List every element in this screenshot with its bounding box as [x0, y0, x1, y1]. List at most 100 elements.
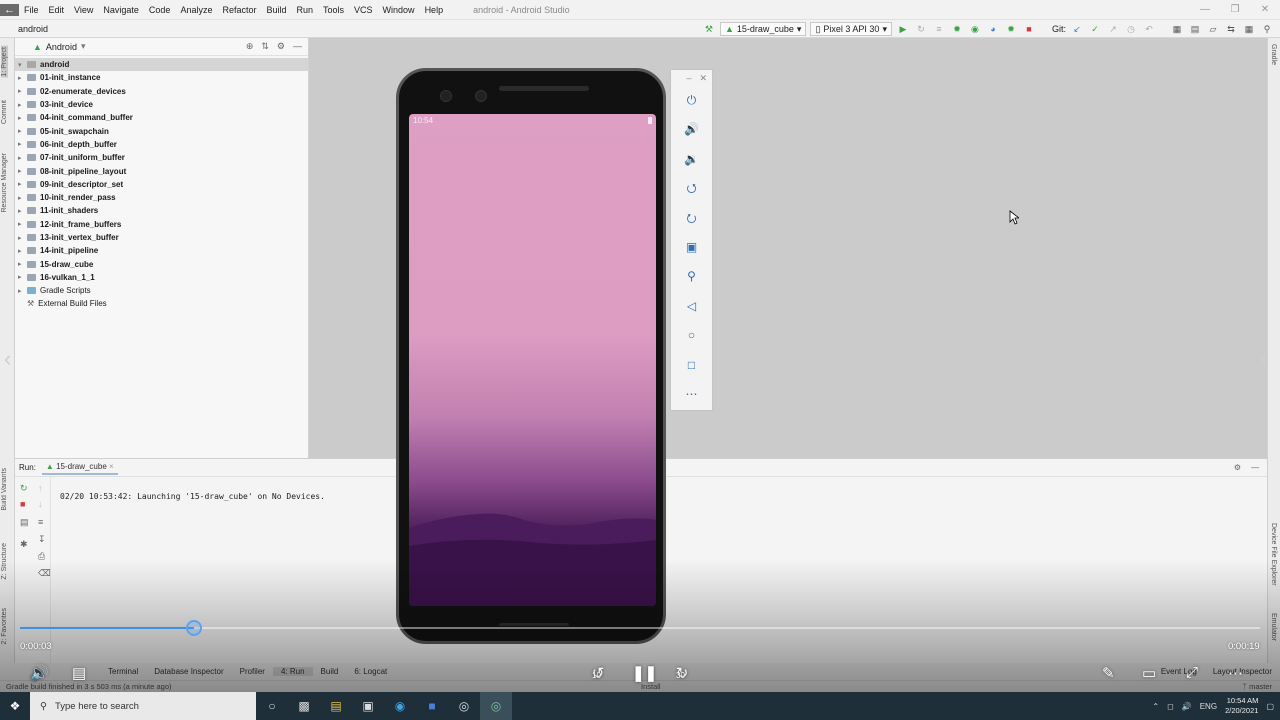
menu-tools[interactable]: Tools — [318, 5, 349, 15]
menu-vcs[interactable]: VCS — [349, 5, 378, 15]
back-icon[interactable]: ◁ — [671, 292, 712, 321]
tab-project[interactable]: 1: Project — [1, 46, 8, 78]
menu-window[interactable]: Window — [378, 5, 420, 15]
trash-icon[interactable]: ⌫ — [38, 568, 51, 579]
speaker-icon[interactable]: 🔊 — [1182, 702, 1192, 711]
menu-code[interactable]: Code — [144, 5, 176, 15]
hide-icon[interactable]: — — [293, 41, 302, 52]
windows-start-icon[interactable]: ❖ — [0, 692, 30, 720]
menu-file[interactable]: File — [19, 5, 44, 15]
tray-clock[interactable]: 10:54 AM 2/20/2021 — [1225, 696, 1258, 716]
breadcrumb[interactable]: android — [0, 24, 48, 34]
chevron-left-icon[interactable]: ‹ — [4, 346, 11, 372]
tree-item[interactable]: ▸ 04-init_command_buffer — [15, 111, 308, 124]
run-config-select[interactable]: ▲ 15-draw_cube ▾ — [719, 21, 807, 36]
tree-item[interactable]: ⚒ External Build Files — [15, 297, 308, 310]
pause-icon[interactable]: ❚❚ — [632, 664, 657, 682]
tree-item[interactable]: ▸ 16-vulkan_1_1 — [15, 271, 308, 284]
project-structure-icon[interactable]: ▦ — [1170, 22, 1184, 36]
close-icon[interactable]: ✕ — [1250, 0, 1280, 20]
more-icon[interactable]: ⋯ — [671, 380, 712, 409]
tree-item[interactable]: ▸ 15-draw_cube — [15, 257, 308, 270]
more-icon[interactable]: ⋯ — [1228, 664, 1243, 682]
tab-favorites[interactable]: 2: Favorites — [1, 608, 8, 645]
print-icon[interactable]: ⎙ — [38, 551, 45, 562]
network-icon[interactable]: ◻ — [1167, 702, 1174, 711]
avd-manager-icon[interactable]: ▱ — [1206, 22, 1220, 36]
sync-icon[interactable]: ⇆ — [1224, 22, 1238, 36]
menu-run[interactable]: Run — [292, 5, 319, 15]
chevron-right-icon[interactable]: › — [1259, 346, 1266, 372]
tab-emulator[interactable]: Emulator — [1270, 613, 1277, 641]
tree-item[interactable]: ▸ 02-enumerate_devices — [15, 85, 308, 98]
file-explorer-icon[interactable]: ▤ — [320, 692, 352, 720]
menu-analyze[interactable]: Analyze — [175, 5, 217, 15]
locate-icon[interactable]: ⊕ — [246, 41, 254, 52]
menu-build[interactable]: Build — [261, 5, 291, 15]
menu-navigate[interactable]: Navigate — [98, 5, 144, 15]
stop-icon[interactable]: ■ — [20, 499, 25, 509]
tree-item[interactable]: ▸ 07-init_uniform_buffer — [15, 151, 308, 164]
fullscreen-icon[interactable]: ⤢ — [1186, 664, 1198, 681]
tab-device-file-explorer[interactable]: Device File Explorer — [1270, 523, 1277, 586]
down-arrow-icon[interactable]: ↓ — [38, 499, 43, 509]
rerun-icon[interactable]: ↻ — [914, 22, 928, 36]
profile-icon[interactable]: ◕ — [986, 22, 1000, 36]
device-select[interactable]: ▯ Pixel 3 API 30 ▾ — [810, 21, 892, 36]
minimize-icon[interactable]: – — [686, 70, 691, 86]
tab-structure[interactable]: Z: Structure — [1, 543, 8, 580]
pencil-icon[interactable]: ✎ — [1102, 664, 1115, 682]
tab-resource-manager[interactable]: Resource Manager — [1, 153, 8, 213]
tab-logcat[interactable]: 6: Logcat — [346, 667, 395, 676]
minimize-icon[interactable]: — — [1190, 0, 1220, 20]
back-arrow-icon[interactable]: ← — [0, 3, 19, 16]
tree-item[interactable]: ▸ 10-init_render_pass — [15, 191, 308, 204]
soft-wrap-icon[interactable]: ≡ — [38, 517, 43, 527]
menu-view[interactable]: View — [69, 5, 98, 15]
gear-icon[interactable]: ⚙ — [1234, 463, 1241, 472]
tree-item[interactable]: ▸ 05-init_swapchain — [15, 124, 308, 137]
overview-icon[interactable]: □ — [671, 351, 712, 380]
history-icon[interactable]: ◷ — [1124, 22, 1138, 36]
rerun-icon[interactable]: ↻ — [20, 483, 28, 494]
tree-item[interactable]: ▸ 08-init_pipeline_layout — [15, 164, 308, 177]
layout-icon[interactable]: ▦ — [1242, 22, 1256, 36]
forward-icon[interactable]: ↻ 30 — [670, 664, 694, 682]
taskbar-search[interactable]: ⚲ Type here to search — [30, 692, 256, 720]
tree-root[interactable]: ▾ android — [15, 58, 308, 72]
chevron-up-icon[interactable]: ⌃ — [1152, 702, 1159, 711]
tree-item[interactable]: ▸ 06-init_depth_buffer — [15, 138, 308, 151]
tree-item[interactable]: ▸ 01-init_instance — [15, 71, 308, 84]
chevron-down-icon[interactable]: ▾ — [81, 41, 86, 52]
gear-icon[interactable]: ⚙ — [277, 41, 285, 52]
rewind-icon[interactable]: ↺ 10 — [586, 664, 610, 682]
layout-icon[interactable]: ▤ — [20, 517, 29, 528]
tab-build-variants[interactable]: Build Variants — [1, 468, 8, 511]
tree-item[interactable]: ▸ 12-init_frame_buffers — [15, 218, 308, 231]
rollback-icon[interactable]: ↶ — [1142, 22, 1156, 36]
run-icon[interactable]: ▶ — [896, 22, 910, 36]
tab-profiler[interactable]: Profiler — [232, 667, 273, 676]
pin-icon[interactable]: ✱ — [20, 539, 28, 550]
video-progress-bar[interactable] — [20, 620, 1260, 636]
cast-icon[interactable]: ▭ — [1142, 664, 1156, 682]
view-selector[interactable]: Android — [46, 42, 77, 52]
scroll-to-end-icon[interactable]: ↧ — [38, 534, 46, 545]
store-icon[interactable]: ▣ — [352, 692, 384, 720]
tree-item[interactable]: ▸ 11-init_shaders — [15, 204, 308, 217]
tab-build[interactable]: Build — [313, 667, 347, 676]
tree-item[interactable]: ▸ 13-init_vertex_buffer — [15, 231, 308, 244]
git-commit-icon[interactable]: ✓ — [1088, 22, 1102, 36]
tab-run[interactable]: 4: Run — [272, 667, 313, 676]
power-icon[interactable]: ⏻ — [671, 86, 712, 115]
home-icon[interactable]: ○ — [671, 321, 712, 350]
volume-down-icon[interactable]: 🔉 — [671, 145, 712, 174]
apply-changes-icon[interactable]: ≡ — [932, 22, 946, 36]
sdk-manager-icon[interactable]: ▤ — [1188, 22, 1202, 36]
video-progress-knob[interactable] — [185, 620, 202, 636]
emulator-screen[interactable]: 10:54 — [409, 114, 656, 606]
volume-icon[interactable]: 🔊 — [30, 664, 49, 682]
menu-edit[interactable]: Edit — [44, 5, 70, 15]
tab-commit[interactable]: Commit — [1, 100, 8, 124]
up-arrow-icon[interactable]: ↑ — [38, 483, 43, 493]
